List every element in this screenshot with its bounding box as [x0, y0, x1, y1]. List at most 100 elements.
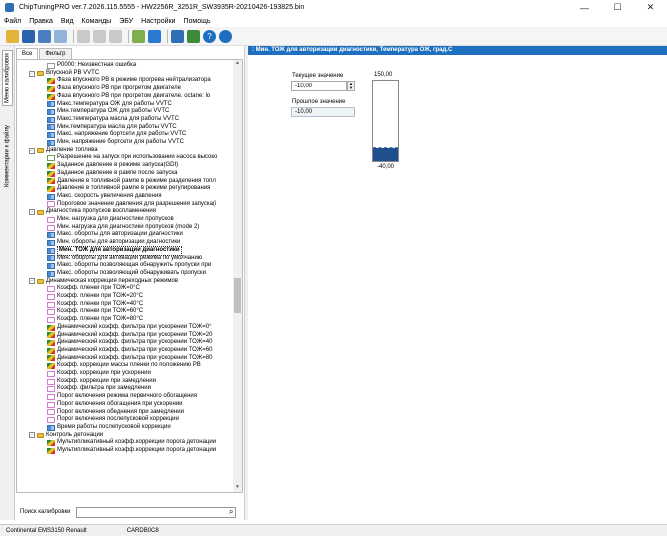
tree-item[interactable]: Порог включения обогащения при ускорении — [47, 401, 183, 409]
tree-item-label: Макс.температура масла для работы VVTC — [57, 115, 180, 122]
tree-item[interactable]: Фаза впускного РВ при прогретом двигател… — [47, 85, 181, 93]
curve-icon — [47, 370, 55, 377]
tree-scrollbar[interactable]: ▲ ▼ — [233, 60, 242, 492]
menu-file[interactable]: Файл — [0, 18, 25, 25]
menu-help[interactable]: Помощь — [179, 18, 214, 25]
expand-toggle-icon[interactable]: - — [29, 70, 35, 77]
tree-item[interactable]: Коэфф. пленки при ТОЖ=80°C — [47, 316, 143, 324]
menu-view[interactable]: Вид — [57, 18, 78, 25]
tree-folder[interactable]: - Диагностика пропусков воспламенения — [29, 208, 156, 216]
tree-item[interactable]: Мультипликативный коэфф.коррекции порога… — [47, 439, 216, 447]
tree-item[interactable]: Мин. напряжение бортсети для работы VVTC — [47, 139, 184, 147]
ecu-status: Continental EMS3150 Renault — [6, 527, 87, 534]
tree-folder[interactable]: - Давление топлива — [29, 147, 98, 155]
tree-item[interactable]: Коэфф. фильтра при замедлении — [47, 385, 151, 393]
current-value-input[interactable] — [291, 81, 347, 91]
value-gauge[interactable] — [372, 80, 399, 162]
curve-icon — [47, 309, 55, 316]
compare-icon[interactable] — [54, 29, 67, 43]
search-icon[interactable] — [187, 29, 200, 43]
tree-item[interactable]: Мин. обороты для активации режима по умо… — [47, 255, 202, 263]
gauge-max-label: 150,00 — [374, 72, 393, 78]
menu-edit[interactable]: Правка — [25, 18, 57, 25]
tree-item[interactable]: Мин. нагрузка для диагностики пропусков … — [47, 224, 199, 232]
tab-calibration-menu[interactable]: Меню калибровок — [2, 50, 13, 106]
tree-item[interactable]: Порог включения режима первичного обогащ… — [47, 393, 197, 401]
map-2d-icon — [47, 116, 55, 123]
info-icon[interactable] — [219, 29, 232, 43]
tree-item[interactable]: Время работы послепусковой коррекции — [47, 424, 171, 432]
search-input[interactable] — [76, 506, 236, 518]
tree-item[interactable]: Динамический коэфф. фильтра при ускорени… — [47, 324, 211, 332]
tree-item[interactable]: Мультипликативный коэфф.коррекции порога… — [47, 447, 216, 455]
scroll-thumb[interactable] — [234, 278, 241, 313]
gauge-marker — [373, 147, 398, 148]
open-folder-icon[interactable] — [6, 29, 19, 43]
expand-toggle-icon[interactable]: - — [29, 278, 35, 285]
paste-icon[interactable] — [93, 29, 106, 43]
minimize-button[interactable]: — — [568, 0, 601, 15]
tree-item[interactable]: Пороговое значение давления для разрешен… — [47, 201, 216, 209]
tree-item[interactable]: Мин.температура масла для работы VVTC — [47, 124, 177, 132]
tree-item[interactable]: Порог включения послепусковой коррекции — [47, 416, 179, 424]
tree-item[interactable]: Фаза впускного РВ при прогретом двигател… — [47, 93, 210, 101]
tree-item[interactable]: Макс. скорость увеличения давления — [47, 193, 161, 201]
tree-item-label: Динамическая коррекция переходных режимо… — [46, 277, 179, 284]
tree-folder[interactable]: - Динамическая коррекция переходных режим… — [29, 278, 178, 286]
tab-file-comments[interactable]: Комментарии к файлу — [2, 110, 13, 202]
tree-item[interactable]: Мин. нагрузка для диагностики пропусков — [47, 216, 174, 224]
tab-all[interactable]: Все — [16, 48, 39, 59]
tree-item[interactable]: Макс. обороты позволяющий обнаруживать п… — [47, 270, 206, 278]
tree-item[interactable]: Коэфф. коррекции при замедлении — [47, 378, 156, 386]
tree-item[interactable]: Коэфф. пленки при ТОЖ=60°C — [47, 308, 143, 316]
tree-item[interactable]: Коэфф. пленки при ТОЖ=0°C — [47, 285, 140, 293]
value-spinner[interactable]: ▲ ▼ — [347, 81, 355, 91]
tree-item[interactable]: Заданное давление в режиме запуска(GDI) — [47, 162, 178, 170]
maximize-button[interactable]: ☐ — [601, 0, 634, 15]
map-2d-icon — [47, 270, 55, 277]
read-ecu-icon[interactable] — [171, 29, 184, 43]
tree-item[interactable]: Коэфф. пленки при ТОЖ=40°C — [47, 301, 143, 309]
search-icon[interactable]: ⌕ — [229, 507, 238, 516]
copy-icon[interactable] — [77, 29, 90, 43]
tree-item-label: Макс. напряжение бортсети для работы VVT… — [57, 131, 187, 138]
tree-item[interactable]: P0000: Неизвестная ошибка — [47, 62, 136, 70]
tree-item[interactable]: Мин. ТОЖ для авторизации диагностики — [47, 245, 182, 256]
diamond-icon[interactable] — [148, 29, 161, 43]
tree-item[interactable]: Заданное давление в рампе после запуска — [47, 170, 178, 178]
tree-item[interactable]: Мин.температура ОЖ для работы VVTC — [47, 108, 169, 116]
tree-item[interactable]: Коэфф. коррекции при ускорении — [47, 370, 151, 378]
scroll-down-icon[interactable]: ▼ — [233, 484, 242, 492]
curve-icon — [47, 301, 55, 308]
tree-item[interactable]: Динамический коэфф. фильтра при ускорени… — [47, 339, 212, 347]
close-button[interactable]: ✕ — [634, 0, 667, 15]
tree-item[interactable]: Давление в топливной рампе в режиме регу… — [47, 185, 210, 193]
tree-item[interactable]: Макс.температура ОЖ для работы VVTC — [47, 101, 172, 109]
tree-item[interactable]: Коэфф. коррекции массы пленки по положен… — [47, 362, 201, 370]
tree-item-label: Фаза впускного РВ при прогретом двигател… — [57, 85, 181, 92]
tree-item[interactable]: Макс.температура масла для работы VVTC — [47, 116, 179, 124]
expand-toggle-icon[interactable]: - — [29, 147, 35, 154]
menu-ecu[interactable]: ЭБУ — [115, 18, 137, 25]
plugin-icon[interactable] — [132, 29, 145, 43]
tree-item[interactable]: Динамический коэфф. фильтра при ускорени… — [47, 347, 212, 355]
tree-item-label: Порог включения режима первичного обогащ… — [57, 393, 197, 400]
tree-item[interactable]: Динамический коэфф. фильтра при ускорени… — [47, 355, 212, 363]
tree-item[interactable]: Разрешение на запуск при использовании н… — [47, 154, 217, 162]
tree-item[interactable]: Фаза впускного РВ в режиме прогрева нейт… — [47, 77, 211, 85]
save-icon[interactable] — [22, 29, 35, 43]
help-icon[interactable]: ? — [203, 29, 216, 43]
menu-settings[interactable]: Настройки — [137, 18, 179, 25]
tree-item[interactable]: Макс. напряжение бортсети для работы VVT… — [47, 131, 186, 139]
tree-item[interactable]: Макс. обороты позволяющая обнаружить про… — [47, 262, 211, 270]
expand-toggle-icon[interactable]: - — [29, 432, 35, 439]
save-as-icon[interactable] — [38, 29, 51, 43]
tree-item[interactable]: Макс. обороты для авторизации диагностик… — [47, 231, 183, 239]
tree-item[interactable]: Коэфф. пленки при ТОЖ=20°C — [47, 293, 143, 301]
expand-toggle-icon[interactable]: - — [29, 209, 35, 216]
tree-item-label: Давление в топливной рампе в режиме регу… — [57, 185, 211, 192]
tab-filter[interactable]: Фильтр — [39, 48, 72, 59]
undo-icon[interactable] — [109, 29, 122, 43]
scroll-up-icon[interactable]: ▲ — [233, 60, 242, 68]
menu-commands[interactable]: Команды — [78, 18, 116, 25]
